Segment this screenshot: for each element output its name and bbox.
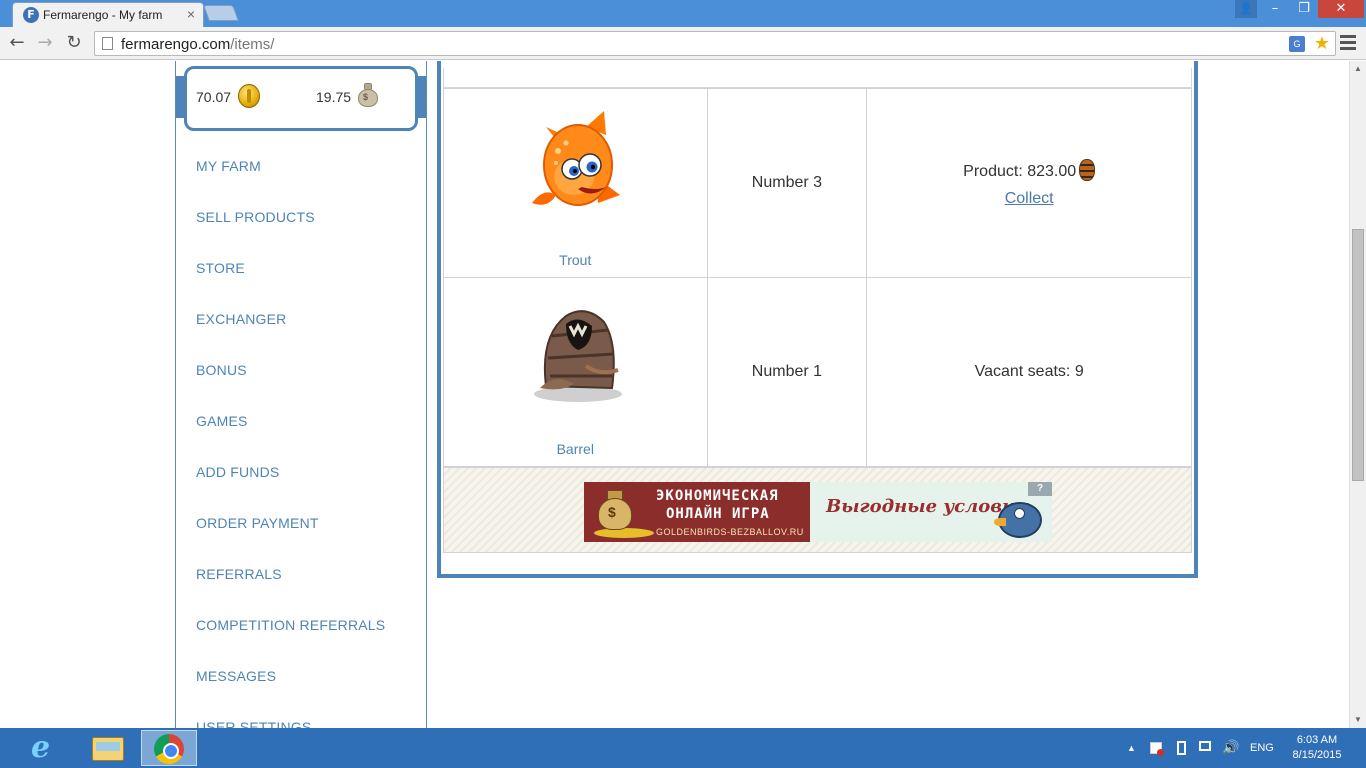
taskbar-file-explorer[interactable] <box>80 730 136 766</box>
bookmark-star-icon[interactable]: ★ <box>1314 33 1330 53</box>
browser-toolbar: ← → ↻ fermarengo.com/items/ G ★ <box>0 27 1366 60</box>
barrel-decoration-icon <box>534 310 622 402</box>
item-name[interactable]: Barrel <box>444 441 707 457</box>
power-icon[interactable] <box>1175 728 1189 768</box>
items-panel: Trout Number 3 Product: 823.00 Collect B… <box>437 61 1198 578</box>
browser-menu-icon[interactable] <box>1340 35 1356 51</box>
sidebar-item-bonus[interactable]: BONUS <box>176 345 426 396</box>
new-tab-button[interactable] <box>203 5 239 21</box>
item-status-cell: Vacant seats: 9 <box>866 277 1192 467</box>
network-icon[interactable] <box>1199 728 1213 768</box>
scroll-up-icon[interactable]: ▲ <box>1350 61 1366 77</box>
url-host: fermarengo.com <box>121 36 231 53</box>
maximize-button[interactable]: ❐ <box>1290 0 1318 18</box>
browser-tab[interactable]: F Fermarengo - My farm × <box>12 2 204 27</box>
banner-area: $ ЭКОНОМИЧЕСКАЯ ОНЛАЙН ИГРА GOLDENBIRDS-… <box>443 467 1192 553</box>
product-amount: Product: 823.00 <box>867 158 1191 181</box>
sidebar-item-store[interactable]: STORE <box>176 243 426 294</box>
favicon-icon: F <box>23 7 39 23</box>
fish-icon <box>532 111 620 206</box>
money-balance: 19.75 <box>316 89 352 105</box>
scroll-down-icon[interactable]: ▼ <box>1350 712 1366 728</box>
reload-button[interactable]: ↻ <box>62 32 86 54</box>
chrome-icon <box>154 734 184 764</box>
folder-icon <box>92 737 124 761</box>
coin-balance: 70.07 <box>196 89 232 105</box>
volume-icon[interactable]: 🔊 <box>1222 728 1239 768</box>
ad-banner[interactable]: $ ЭКОНОМИЧЕСКАЯ ОНЛАЙН ИГРА GOLDENBIRDS-… <box>584 482 1052 542</box>
taskbar-chrome[interactable] <box>141 730 197 766</box>
sidebar-item-order-payment[interactable]: ORDER PAYMENT <box>176 498 426 549</box>
item-cell: Barrel <box>443 277 708 467</box>
sidebar-item-sell-products[interactable]: SELL PRODUCTS <box>176 192 426 243</box>
balance-box: 70.07 19.75 $ <box>184 66 418 131</box>
page-icon <box>102 37 113 50</box>
url-path: /items/ <box>230 36 275 53</box>
clock-time: 6:03 AM <box>1296 734 1338 746</box>
scrollbar-thumb[interactable] <box>1352 229 1364 481</box>
user-profile-icon[interactable]: 👤 <box>1235 0 1257 18</box>
table-header-strip <box>443 68 1192 88</box>
sidebar-menu: MY FARM SELL PRODUCTS STORE EXCHANGER BO… <box>176 141 426 728</box>
sidebar-item-messages[interactable]: MESSAGES <box>176 651 426 702</box>
internet-explorer-icon: e <box>31 730 51 765</box>
item-cell: Trout <box>443 88 708 278</box>
show-hidden-icons[interactable]: ▲ <box>1127 728 1136 768</box>
taskbar-internet-explorer[interactable]: e <box>18 730 74 766</box>
coin-icon <box>238 84 260 108</box>
system-clock[interactable]: 6:03 AM 8/15/2015 <box>1282 733 1352 763</box>
back-button[interactable]: ← <box>5 32 29 54</box>
forward-button[interactable]: → <box>33 32 57 54</box>
translate-icon[interactable]: G <box>1289 36 1305 52</box>
tab-title: Fermarengo - My farm <box>43 8 163 22</box>
url-text[interactable]: fermarengo.com/items/ <box>121 36 274 53</box>
sidebar: 70.07 19.75 $ MY FARM SELL PRODUCTS STOR… <box>175 61 427 728</box>
item-status-cell: Product: 823.00 Collect <box>866 88 1192 278</box>
banner-line-1: ЭКОНОМИЧЕСКАЯ <box>656 488 779 504</box>
money-bag-icon: $ <box>594 488 654 538</box>
barrel-icon <box>1079 158 1096 181</box>
sidebar-item-add-funds[interactable]: ADD FUNDS <box>176 447 426 498</box>
banner-line-2: ОНЛАЙН ИГРА <box>666 506 770 522</box>
item-name[interactable]: Trout <box>444 252 707 268</box>
sidebar-item-exchanger[interactable]: EXCHANGER <box>176 294 426 345</box>
sidebar-item-competition-referrals[interactable]: COMPETITION REFERRALS <box>176 600 426 651</box>
ad-info-icon[interactable]: ? <box>1028 482 1052 496</box>
sidebar-item-referrals[interactable]: REFERRALS <box>176 549 426 600</box>
minimize-button[interactable]: – <box>1260 0 1290 18</box>
address-bar[interactable]: fermarengo.com/items/ G ★ <box>94 31 1336 56</box>
close-window-button[interactable]: ✕ <box>1318 0 1364 18</box>
browser-titlebar: F Fermarengo - My farm × 👤 – ❐ ✕ <box>0 0 1366 27</box>
language-indicator[interactable]: ENG <box>1250 728 1274 768</box>
page-scrollbar[interactable]: ▲ ▼ <box>1349 61 1366 728</box>
money-bag-icon: $ <box>358 83 378 107</box>
table-row: Barrel Number 1 Vacant seats: 9 <box>443 277 1192 467</box>
page-viewport: 70.07 19.75 $ MY FARM SELL PRODUCTS STOR… <box>0 61 1349 728</box>
item-number: Number 1 <box>706 277 868 467</box>
screen: F Fermarengo - My farm × 👤 – ❐ ✕ ← → ↻ f… <box>0 0 1366 768</box>
close-tab-icon[interactable]: × <box>187 6 195 22</box>
clock-date: 8/15/2015 <box>1292 749 1342 761</box>
banner-left-panel: $ ЭКОНОМИЧЕСКАЯ ОНЛАЙН ИГРА GOLDENBIRDS-… <box>584 482 810 542</box>
sidebar-item-user-settings[interactable]: USER SETTINGS <box>176 702 426 728</box>
product-amount-text: Product: 823.00 <box>963 162 1077 180</box>
table-row: Trout Number 3 Product: 823.00 Collect <box>443 88 1192 278</box>
banner-line-3: GOLDENBIRDS-BEZBALLOV.RU <box>656 527 804 537</box>
windows-taskbar: e ▲ 🔊 ENG 6:03 AM 8/15/2015 <box>0 728 1366 768</box>
item-number: Number 3 <box>706 88 868 278</box>
sidebar-item-my-farm[interactable]: MY FARM <box>176 141 426 192</box>
action-center-icon[interactable] <box>1150 728 1164 768</box>
collect-link[interactable]: Collect <box>1005 190 1054 208</box>
sidebar-item-games[interactable]: GAMES <box>176 396 426 447</box>
items-table: Trout Number 3 Product: 823.00 Collect B… <box>443 88 1192 467</box>
vacant-seats: Vacant seats: 9 <box>974 363 1084 380</box>
